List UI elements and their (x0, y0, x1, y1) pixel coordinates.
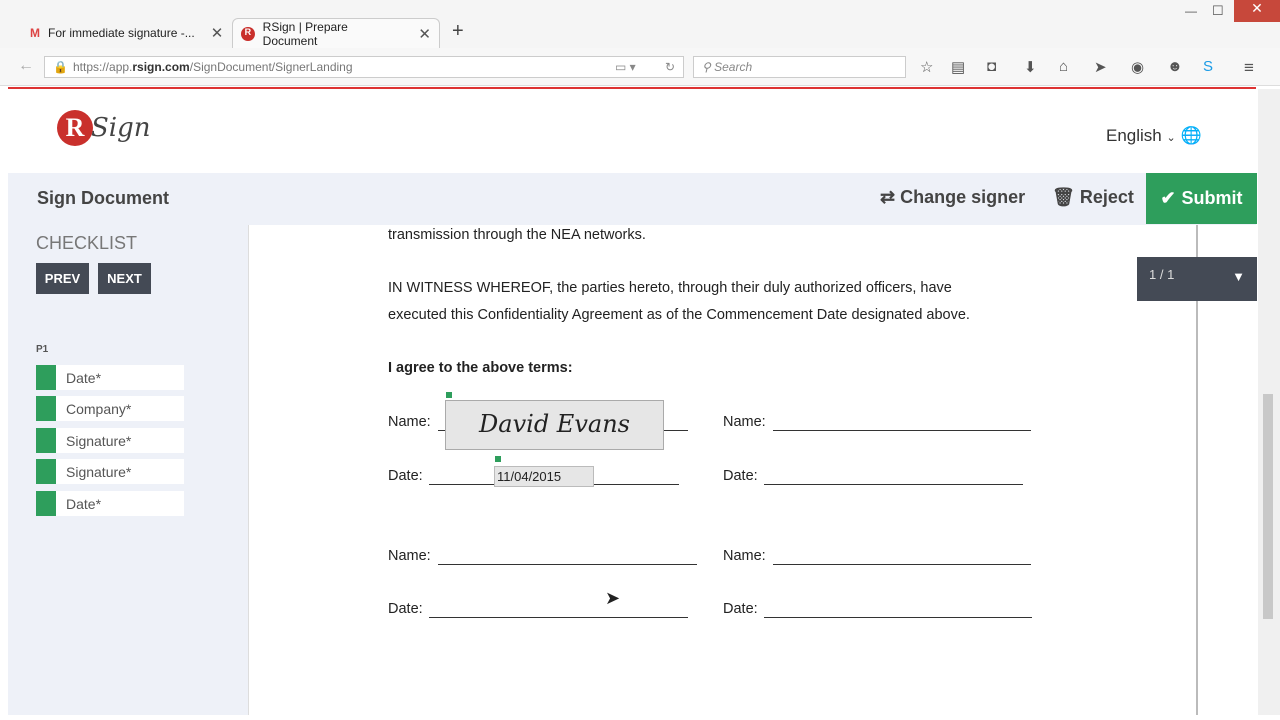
doc-paragraph: executed this Confidentiality Agreement … (388, 307, 970, 323)
submit-button[interactable]: ✔ Submit (1146, 173, 1257, 224)
skype-icon[interactable]: S (1203, 58, 1213, 75)
history-icon[interactable]: ◉ (1131, 58, 1144, 76)
check-icon: ✔ (1160, 188, 1176, 208)
minimize-icon[interactable]: — (1185, 4, 1197, 18)
url-bar[interactable]: 🔒 https://app. rsign.com/SignDocument/Sign… (44, 56, 684, 78)
field-marker (495, 456, 501, 462)
chevron-down-icon: ▼ (1232, 269, 1245, 284)
checklist-item[interactable]: Date* (36, 491, 184, 516)
app-header (8, 89, 1256, 173)
bookmark-star-icon[interactable]: ☆ (920, 58, 933, 76)
reject-button[interactable]: 🗑 Reject (1052, 187, 1134, 208)
page-label: P1 (36, 344, 49, 355)
back-icon[interactable]: ← (18, 57, 34, 75)
date-label: Date: (388, 601, 423, 617)
doc-heading: I agree to the above terms: (388, 360, 573, 376)
close-tab-icon[interactable]: ✕ (211, 24, 224, 42)
checklist-item[interactable]: Signature* (36, 459, 184, 484)
lock-icon: 🔒 (53, 60, 68, 74)
gmail-icon: M (30, 26, 40, 40)
signature-field[interactable]: David Evans (445, 400, 664, 450)
rsign-favicon-icon: R (241, 26, 255, 41)
doc-paragraph: IN WITNESS WHEREOF, the parties hereto, … (388, 280, 952, 296)
checklist-heading: CHECKLIST (36, 233, 138, 253)
trash-icon: 🗑 (1052, 187, 1080, 207)
clipboard-icon[interactable]: ▤ (951, 58, 965, 76)
new-tab-icon[interactable]: + (452, 20, 464, 43)
name-line (438, 564, 697, 565)
search-icon: ⚲ (702, 60, 715, 74)
reload-icon[interactable]: ↻ (665, 60, 675, 74)
search-input[interactable]: ⚲ Search (693, 56, 906, 78)
send-icon[interactable]: ➤ (1094, 58, 1107, 76)
pocket-icon[interactable]: ◘ (987, 58, 996, 75)
name-label: Name: (388, 414, 431, 430)
date-label: Date: (723, 468, 758, 484)
prev-button[interactable]: PREV (36, 263, 89, 294)
chevron-down-icon: ⌄ (1166, 132, 1176, 144)
menu-icon[interactable]: ≡ (1244, 58, 1254, 78)
name-label: Name: (723, 414, 766, 430)
name-label: Name: (723, 548, 766, 564)
next-button[interactable]: NEXT (98, 263, 151, 294)
cursor-icon: ➤ (605, 588, 621, 608)
tab-rsign[interactable]: R RSign | Prepare Document ✕ (232, 18, 440, 48)
checklist-item[interactable]: Company* (36, 396, 184, 421)
close-window-icon[interactable]: ✕ (1234, 0, 1280, 22)
globe-icon: 🌐 (1180, 126, 1202, 145)
date-label: Date: (388, 468, 423, 484)
checklist-item[interactable]: Signature* (36, 428, 184, 453)
page-title: Sign Document (37, 188, 170, 208)
language-selector[interactable]: English ⌄ 🌐 (1106, 126, 1202, 146)
checklist-item[interactable]: Date* (36, 365, 184, 390)
date-line (764, 484, 1023, 485)
tab-gmail[interactable]: M For immediate signature -... ✕ (22, 18, 232, 48)
name-line (773, 564, 1031, 565)
home-icon[interactable]: ⌂ (1059, 58, 1068, 75)
change-signer-button[interactable]: ⇄ Change signer (880, 187, 1025, 208)
maximize-icon[interactable]: ☐ (1212, 3, 1224, 19)
date-field[interactable]: 11/04/2015 (494, 466, 594, 487)
date-line (429, 617, 688, 618)
date-line (764, 617, 1032, 618)
page-selector[interactable]: 1 / 1 ▼ (1137, 257, 1257, 301)
scrollbar[interactable] (1258, 89, 1280, 715)
swap-icon: ⇄ (880, 187, 901, 207)
name-label: Name: (388, 548, 431, 564)
rsign-logo[interactable]: R Sign (57, 110, 151, 146)
reader-icon[interactable]: ▭ ▾ (615, 60, 636, 74)
download-icon[interactable]: ⬇ (1024, 58, 1037, 76)
field-marker (446, 392, 452, 398)
scrollbar-thumb[interactable] (1263, 394, 1273, 619)
doc-paragraph: transmission through the NEA networks. (388, 227, 646, 243)
date-label: Date: (723, 601, 758, 617)
name-line (773, 430, 1031, 431)
chat-icon[interactable]: ☻ (1167, 58, 1183, 75)
close-tab-icon[interactable]: ✕ (418, 25, 431, 43)
